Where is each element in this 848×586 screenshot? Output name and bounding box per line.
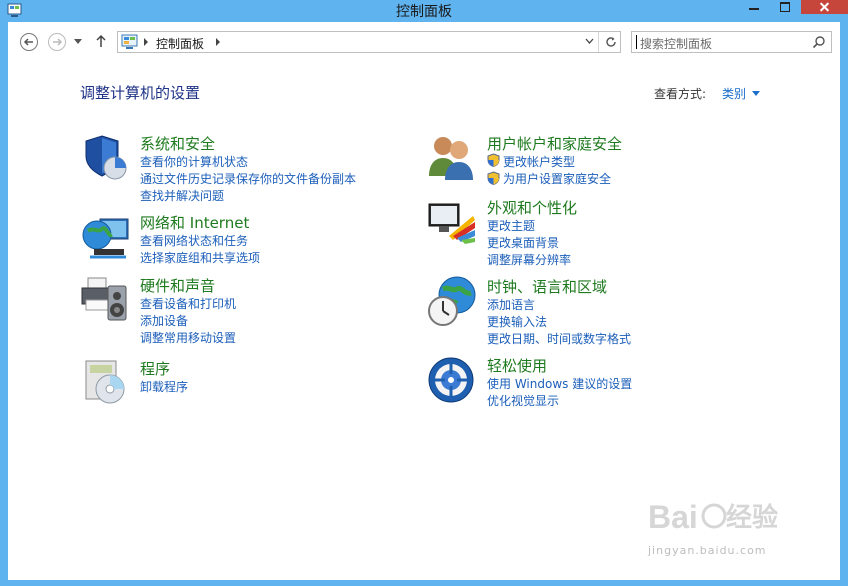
link-homegroup[interactable]: 选择家庭组和共享选项 — [140, 249, 260, 266]
link-troubleshoot[interactable]: 查找并解决问题 — [140, 187, 224, 204]
category-title[interactable]: 用户帐户和家庭安全 — [487, 133, 622, 154]
navigation-bar: 控制面板 搜索控制面板 — [8, 22, 840, 64]
breadcrumb-control-panel[interactable]: 控制面板 — [156, 35, 204, 52]
programs-disc-icon[interactable] — [80, 357, 132, 409]
maximize-button[interactable] — [771, 0, 799, 14]
svg-text:经验: 经验 — [726, 502, 778, 532]
forward-button[interactable] — [48, 33, 66, 51]
search-icon[interactable] — [812, 35, 826, 49]
link-network-status[interactable]: 查看网络状态和任务 — [140, 232, 248, 249]
link-uninstall-program[interactable]: 卸载程序 — [140, 378, 188, 395]
printer-speaker-icon[interactable] — [80, 274, 132, 326]
divider — [598, 32, 599, 52]
link-change-theme[interactable]: 更改主题 — [487, 217, 535, 234]
link-file-history[interactable]: 通过文件历史记录保存你的文件备份副本 — [140, 170, 356, 187]
up-arrow-icon[interactable] — [95, 34, 107, 48]
clock-globe-icon[interactable] — [427, 275, 479, 327]
arrow-left-icon — [23, 38, 33, 46]
link-change-input-method[interactable]: 更换输入法 — [487, 313, 547, 330]
link-add-language[interactable]: 添加语言 — [487, 296, 535, 313]
link-date-time-format[interactable]: 更改日期、时间或数字格式 — [487, 330, 631, 347]
uac-shield-icon — [487, 171, 500, 185]
category-title[interactable]: 程序 — [140, 358, 170, 379]
ease-of-access-icon[interactable] — [427, 354, 479, 406]
chevron-down-icon[interactable] — [585, 38, 594, 45]
category-title[interactable]: 网络和 Internet — [140, 212, 249, 233]
category-title[interactable]: 外观和个性化 — [487, 197, 577, 218]
link-recommended-settings[interactable]: 使用 Windows 建议的设置 — [487, 375, 632, 392]
title-bar: 控制面板 — [0, 0, 848, 22]
shield-pie-icon[interactable] — [80, 132, 132, 184]
back-button[interactable] — [20, 33, 38, 51]
view-by-label: 查看方式: — [654, 87, 707, 101]
monitor-palette-icon[interactable] — [427, 196, 479, 248]
window-title: 控制面板 — [396, 4, 452, 20]
uac-shield-icon — [487, 153, 500, 167]
breadcrumb-separator[interactable] — [144, 38, 148, 46]
page-title: 调整计算机的设置 — [80, 84, 201, 102]
category-title[interactable]: 轻松使用 — [487, 355, 547, 376]
link-add-device[interactable]: 添加设备 — [140, 312, 188, 329]
link-devices-printers[interactable]: 查看设备和打印机 — [140, 295, 236, 312]
view-by-dropdown[interactable]: 类别 — [722, 85, 746, 102]
recent-locations-dropdown[interactable] — [74, 39, 82, 44]
control-panel-icon — [121, 34, 138, 49]
close-button[interactable] — [801, 0, 848, 14]
search-input[interactable]: 搜索控制面板 — [631, 31, 832, 53]
chevron-down-icon[interactable] — [752, 91, 760, 96]
users-icon[interactable] — [427, 132, 479, 184]
address-bar[interactable]: 控制面板 — [117, 31, 621, 53]
watermark-url: jingyan.baidu.com — [648, 544, 767, 557]
link-change-account-type[interactable]: 更改帐户类型 — [503, 153, 575, 170]
link-mobility-settings[interactable]: 调整常用移动设置 — [140, 329, 236, 346]
arrow-right-icon — [53, 38, 63, 46]
minimize-button[interactable] — [740, 0, 768, 14]
refresh-icon[interactable] — [604, 35, 618, 49]
link-view-computer-status[interactable]: 查看你的计算机状态 — [140, 153, 248, 170]
category-title[interactable]: 系统和安全 — [140, 133, 215, 154]
breadcrumb-separator[interactable] — [216, 38, 220, 46]
link-desktop-background[interactable]: 更改桌面背景 — [487, 234, 559, 251]
link-family-safety[interactable]: 为用户设置家庭安全 — [503, 170, 611, 187]
search-placeholder: 搜索控制面板 — [640, 37, 713, 51]
category-title[interactable]: 硬件和声音 — [140, 275, 215, 296]
category-title[interactable]: 时钟、语言和区域 — [487, 276, 607, 297]
globe-network-icon[interactable] — [80, 211, 132, 263]
link-optimize-display[interactable]: 优化视觉显示 — [487, 392, 559, 409]
svg-text:Bai: Bai — [648, 499, 698, 535]
baidu-watermark-logo: Bai 经验 — [648, 499, 778, 535]
link-screen-resolution[interactable]: 调整屏幕分辨率 — [487, 251, 571, 268]
text-caret — [636, 35, 637, 49]
